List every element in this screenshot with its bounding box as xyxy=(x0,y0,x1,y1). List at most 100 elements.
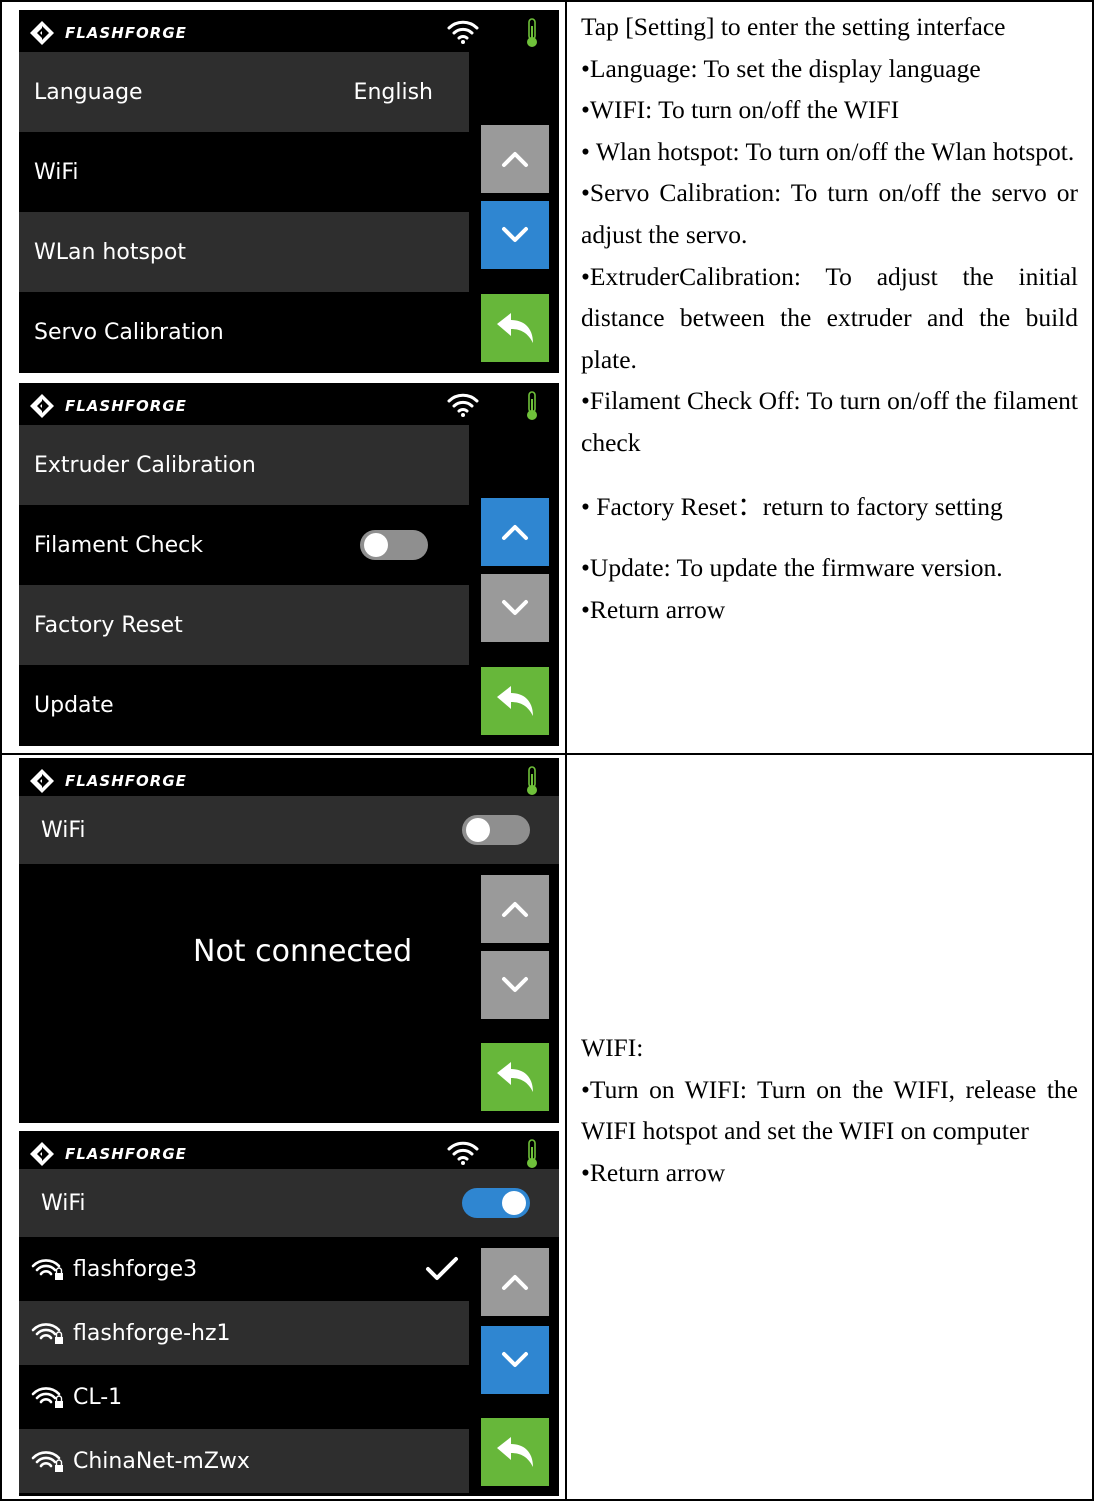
network-item-flashforge3[interactable]: flashforge3 xyxy=(19,1237,469,1301)
brand-name: FLASHFORGE xyxy=(65,772,187,790)
scroll-down-button[interactable] xyxy=(481,1326,549,1394)
table-row-divider xyxy=(0,753,1094,755)
wifi-locked-icon xyxy=(31,1321,65,1345)
scroll-up-button[interactable] xyxy=(481,875,549,943)
settings-item-update[interactable]: Update xyxy=(19,665,469,745)
desc-wifi: •WIFI: To turn on/off the WIFI xyxy=(581,95,900,125)
thermometer-icon xyxy=(525,1139,539,1169)
return-button[interactable] xyxy=(481,1043,549,1111)
network-name: flashforge3 xyxy=(73,1256,198,1282)
thermometer-icon xyxy=(525,391,539,421)
thermometer-icon xyxy=(525,766,539,796)
chevron-up-icon xyxy=(500,522,530,542)
flashforge-logo: FLASHFORGE xyxy=(29,1141,187,1167)
return-button[interactable] xyxy=(481,1418,549,1486)
scroll-up-button[interactable] xyxy=(481,125,549,193)
settings-item-factory-reset[interactable]: Factory Reset xyxy=(19,585,469,665)
wifi-locked-icon xyxy=(31,1257,65,1281)
flashforge-logo-icon xyxy=(29,20,55,46)
desc-servo-calibration: •Servo Calibration: To turn on/off the s… xyxy=(581,178,1078,249)
wifi-header-label: WiFi xyxy=(41,817,86,843)
settings-item-filament-check[interactable]: Filament Check xyxy=(19,505,469,585)
return-arrow-icon xyxy=(495,1060,535,1094)
chevron-down-icon xyxy=(500,598,530,618)
desc-wlan-hotspot: • Wlan hotspot: To turn on/off the Wlan … xyxy=(581,136,1075,166)
filament-check-toggle[interactable] xyxy=(360,530,428,560)
desc-extruder-calibration: •ExtruderCalibration: To adjust the init… xyxy=(581,261,1078,374)
settings-item-language[interactable]: Language English xyxy=(19,52,469,132)
return-button[interactable] xyxy=(481,667,549,735)
settings-item-label: Language xyxy=(34,79,143,105)
connected-check-icon xyxy=(425,1256,459,1282)
desc-return-arrow: •Return arrow xyxy=(581,594,726,624)
return-button[interactable] xyxy=(481,294,549,362)
language-value: English xyxy=(353,79,433,105)
chevron-up-icon xyxy=(500,899,530,919)
desc-turn-on-wifi: •Turn on WIFI: Turn on the WIFI, release… xyxy=(581,1074,1078,1146)
wifi-status-icon xyxy=(447,1140,479,1166)
scroll-down-button[interactable] xyxy=(481,201,549,269)
network-name: ChinaNet-mZwx xyxy=(73,1448,250,1474)
settings-screen-page-1: FLASHFORGE Language English WiFi WLan ho… xyxy=(19,10,559,373)
settings-item-label: Servo Calibration xyxy=(34,319,224,345)
settings-item-wifi[interactable]: WiFi xyxy=(19,132,469,212)
flashforge-logo: FLASHFORGE xyxy=(29,393,187,419)
brand-name: FLASHFORGE xyxy=(65,1145,187,1163)
wifi-locked-icon xyxy=(31,1449,65,1473)
desc-factory-reset: • Factory Reset：return to factory settin… xyxy=(581,491,1003,521)
settings-screen-page-2: FLASHFORGE Extruder Calibration Filament… xyxy=(19,383,559,746)
table-border-left xyxy=(0,0,2,1501)
wifi-title: WIFI: xyxy=(581,1033,644,1062)
settings-item-label: Update xyxy=(34,692,114,718)
desc-language: •Language: To set the display language xyxy=(581,53,981,83)
scroll-up-button[interactable] xyxy=(481,498,549,566)
wifi-toggle[interactable] xyxy=(462,1188,530,1218)
thermometer-icon xyxy=(525,18,539,48)
wifi-status-icon xyxy=(447,19,479,45)
scroll-down-button[interactable] xyxy=(481,951,549,1019)
connection-status: Not connected xyxy=(193,934,413,969)
settings-item-label: Factory Reset xyxy=(34,612,183,638)
wifi-header-label: WiFi xyxy=(41,1190,86,1216)
settings-intro: Tap [Setting] to enter the setting inter… xyxy=(581,12,1006,41)
scroll-down-button[interactable] xyxy=(481,574,549,642)
network-name: CL-1 xyxy=(73,1384,123,1410)
settings-item-label: Extruder Calibration xyxy=(34,452,256,478)
scroll-up-button[interactable] xyxy=(481,1248,549,1316)
toggle-knob xyxy=(502,1191,526,1215)
chevron-down-icon xyxy=(500,975,530,995)
settings-item-label: Filament Check xyxy=(34,532,203,558)
flashforge-logo-icon xyxy=(29,768,55,794)
settings-item-servo-calibration[interactable]: Servo Calibration xyxy=(19,292,469,372)
top-bar: FLASHFORGE xyxy=(19,383,559,429)
brand-name: FLASHFORGE xyxy=(65,397,187,415)
chevron-up-icon xyxy=(500,1272,530,1292)
settings-item-wlan-hotspot[interactable]: WLan hotspot xyxy=(19,212,469,292)
wifi-header-row: WiFi xyxy=(19,1169,559,1237)
network-item-flashforge-hz1[interactable]: flashforge-hz1 xyxy=(19,1301,469,1365)
settings-item-label: WiFi xyxy=(34,159,79,185)
return-arrow-icon xyxy=(495,684,535,718)
toggle-knob xyxy=(364,533,388,557)
settings-item-extruder-calibration[interactable]: Extruder Calibration xyxy=(19,425,469,505)
wifi-toggle[interactable] xyxy=(462,815,530,845)
chevron-down-icon xyxy=(500,225,530,245)
flashforge-logo: FLASHFORGE xyxy=(29,768,187,794)
settings-item-label: WLan hotspot xyxy=(34,239,186,265)
wifi-description: WIFI: •Turn on WIFI: Turn on the WIFI, r… xyxy=(581,1027,1078,1193)
network-item-cl-1[interactable]: CL-1 xyxy=(19,1365,469,1429)
table-border-top xyxy=(0,0,1094,2)
wifi-locked-icon xyxy=(31,1385,65,1409)
flashforge-logo-icon xyxy=(29,1141,55,1167)
chevron-up-icon xyxy=(500,149,530,169)
return-arrow-icon xyxy=(495,1435,535,1469)
flashforge-logo: FLASHFORGE xyxy=(29,20,187,46)
desc-filament-check: •Filament Check Off: To turn on/off the … xyxy=(581,386,1078,457)
return-arrow-icon xyxy=(495,311,535,345)
wifi-status-icon xyxy=(447,392,479,418)
wifi-header-row: WiFi xyxy=(19,796,559,864)
settings-description: Tap [Setting] to enter the setting inter… xyxy=(581,6,1078,630)
network-item-chinanet-mzwx[interactable]: ChinaNet-mZwx xyxy=(19,1429,469,1493)
chevron-down-icon xyxy=(500,1350,530,1370)
top-bar: FLASHFORGE xyxy=(19,10,559,56)
